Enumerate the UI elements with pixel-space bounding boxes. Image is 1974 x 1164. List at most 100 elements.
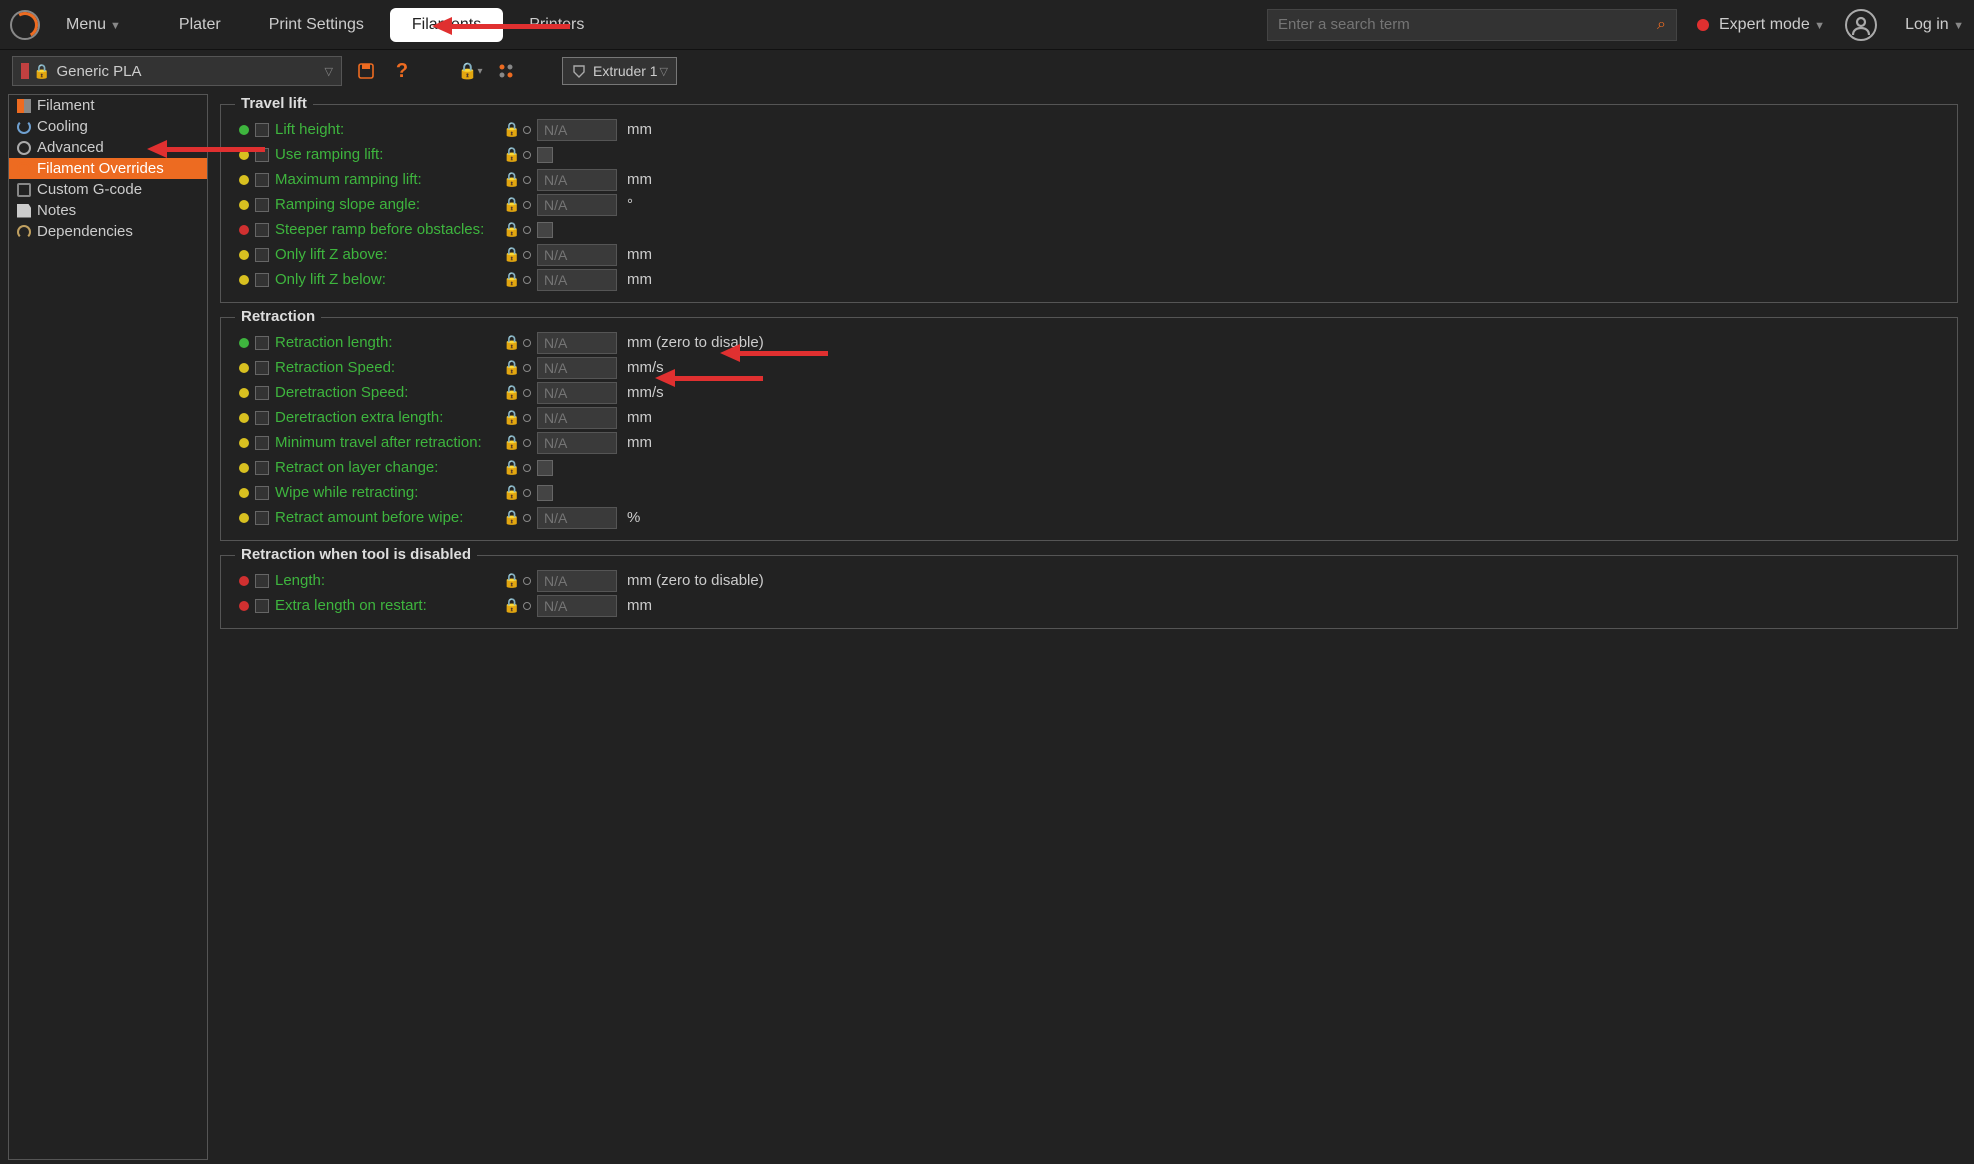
value-input[interactable] xyxy=(537,595,617,617)
level-bullet-icon xyxy=(239,275,249,285)
lock-icon[interactable]: 🔒 xyxy=(503,271,517,288)
override-checkbox[interactable] xyxy=(255,361,269,375)
save-preset-icon[interactable] xyxy=(354,59,378,83)
tab-plater[interactable]: Plater xyxy=(157,8,243,42)
override-checkbox[interactable] xyxy=(255,599,269,613)
reset-dot-icon[interactable] xyxy=(523,251,531,259)
sidebar-item-dependencies[interactable]: Dependencies xyxy=(9,221,207,242)
reset-dot-icon[interactable] xyxy=(523,439,531,447)
sidebar-item-custom-g-code[interactable]: Custom G-code xyxy=(9,179,207,200)
reset-dot-icon[interactable] xyxy=(523,464,531,472)
lock-icon[interactable]: 🔒 xyxy=(503,384,517,401)
reset-dot-icon[interactable] xyxy=(523,602,531,610)
reset-dot-icon[interactable] xyxy=(523,226,531,234)
override-checkbox[interactable] xyxy=(255,273,269,287)
lock-icon[interactable]: 🔒 xyxy=(503,146,517,163)
reset-dot-icon[interactable] xyxy=(523,514,531,522)
value-input[interactable] xyxy=(537,269,617,291)
sidebar-item-notes[interactable]: Notes xyxy=(9,200,207,221)
override-checkbox[interactable] xyxy=(255,173,269,187)
override-checkbox[interactable] xyxy=(255,574,269,588)
chevron-down-icon: ▽ xyxy=(325,65,333,78)
value-input[interactable] xyxy=(537,570,617,592)
override-checkbox[interactable] xyxy=(255,436,269,450)
reset-dot-icon[interactable] xyxy=(523,151,531,159)
value-checkbox[interactable] xyxy=(537,147,553,163)
value-input[interactable] xyxy=(537,357,617,379)
value-input[interactable] xyxy=(537,119,617,141)
lock-all-icon[interactable]: 🔒▾ xyxy=(458,59,482,83)
value-checkbox[interactable] xyxy=(537,222,553,238)
lock-icon[interactable]: 🔒 xyxy=(503,484,517,501)
reset-dot-icon[interactable] xyxy=(523,276,531,284)
search-input[interactable] xyxy=(1278,16,1657,33)
lock-icon[interactable]: 🔒 xyxy=(503,597,517,614)
lock-icon[interactable]: 🔒 xyxy=(503,359,517,376)
sidebar-item-advanced[interactable]: Advanced xyxy=(9,137,207,158)
lock-icon[interactable]: 🔒 xyxy=(503,572,517,589)
reset-dot-icon[interactable] xyxy=(523,126,531,134)
sidebar-item-filament[interactable]: Filament xyxy=(9,95,207,116)
override-checkbox[interactable] xyxy=(255,123,269,137)
main-panel: Travel liftLift height:🔒mmUse ramping li… xyxy=(208,92,1974,1164)
sidebar-item-filament-overrides[interactable]: Filament Overrides xyxy=(9,158,207,179)
login-button[interactable]: Log in ▼ xyxy=(1905,16,1964,34)
override-checkbox[interactable] xyxy=(255,461,269,475)
extruder-select[interactable]: Extruder 1 ▽ xyxy=(562,57,677,85)
lock-icon[interactable]: 🔒 xyxy=(503,334,517,351)
level-bullet-icon xyxy=(239,250,249,260)
value-input[interactable] xyxy=(537,332,617,354)
reset-dot-icon[interactable] xyxy=(523,577,531,585)
lock-icon[interactable]: 🔒 xyxy=(503,409,517,426)
setting-label: Wipe while retracting: xyxy=(275,484,495,501)
reset-dot-icon[interactable] xyxy=(523,339,531,347)
expert-mode-button[interactable]: Expert mode ▼ xyxy=(1719,16,1825,34)
reset-dot-icon[interactable] xyxy=(523,414,531,422)
preset-select[interactable]: 🔒 Generic PLA ▽ xyxy=(12,56,342,86)
value-input[interactable] xyxy=(537,194,617,216)
override-checkbox[interactable] xyxy=(255,223,269,237)
lock-icon[interactable]: 🔒 xyxy=(503,459,517,476)
reset-dot-icon[interactable] xyxy=(523,201,531,209)
lock-icon[interactable]: 🔒 xyxy=(503,509,517,526)
override-checkbox[interactable] xyxy=(255,486,269,500)
menu-button[interactable]: Menu▼ xyxy=(52,10,135,40)
custom-g-code-icon xyxy=(17,183,31,197)
override-checkbox[interactable] xyxy=(255,198,269,212)
lock-icon[interactable]: 🔒 xyxy=(503,246,517,263)
tab-print-settings[interactable]: Print Settings xyxy=(247,8,386,42)
override-checkbox[interactable] xyxy=(255,148,269,162)
chevron-down-icon: ▽ xyxy=(660,65,668,78)
lock-icon[interactable]: 🔒 xyxy=(503,121,517,138)
search-icon[interactable]: ⌕ xyxy=(1657,16,1666,34)
lock-icon[interactable]: 🔒 xyxy=(503,434,517,451)
value-checkbox[interactable] xyxy=(537,460,553,476)
compare-icon[interactable] xyxy=(494,59,518,83)
setting-label: Retract on layer change: xyxy=(275,459,495,476)
tab-filaments[interactable]: Filaments xyxy=(390,8,503,42)
value-input[interactable] xyxy=(537,507,617,529)
value-input[interactable] xyxy=(537,169,617,191)
lock-icon[interactable]: 🔒 xyxy=(503,221,517,238)
reset-dot-icon[interactable] xyxy=(523,364,531,372)
tab-printers[interactable]: Printers xyxy=(507,8,606,42)
override-checkbox[interactable] xyxy=(255,411,269,425)
lock-icon[interactable]: 🔒 xyxy=(503,196,517,213)
override-checkbox[interactable] xyxy=(255,336,269,350)
value-input[interactable] xyxy=(537,382,617,404)
sidebar-item-cooling[interactable]: Cooling xyxy=(9,116,207,137)
search-box[interactable]: ⌕ xyxy=(1267,9,1677,41)
reset-dot-icon[interactable] xyxy=(523,489,531,497)
value-input[interactable] xyxy=(537,432,617,454)
user-icon[interactable] xyxy=(1845,9,1877,41)
reset-dot-icon[interactable] xyxy=(523,176,531,184)
value-input[interactable] xyxy=(537,407,617,429)
override-checkbox[interactable] xyxy=(255,248,269,262)
reset-dot-icon[interactable] xyxy=(523,389,531,397)
help-icon[interactable]: ? xyxy=(390,59,414,83)
value-checkbox[interactable] xyxy=(537,485,553,501)
override-checkbox[interactable] xyxy=(255,386,269,400)
lock-icon[interactable]: 🔒 xyxy=(503,171,517,188)
override-checkbox[interactable] xyxy=(255,511,269,525)
value-input[interactable] xyxy=(537,244,617,266)
